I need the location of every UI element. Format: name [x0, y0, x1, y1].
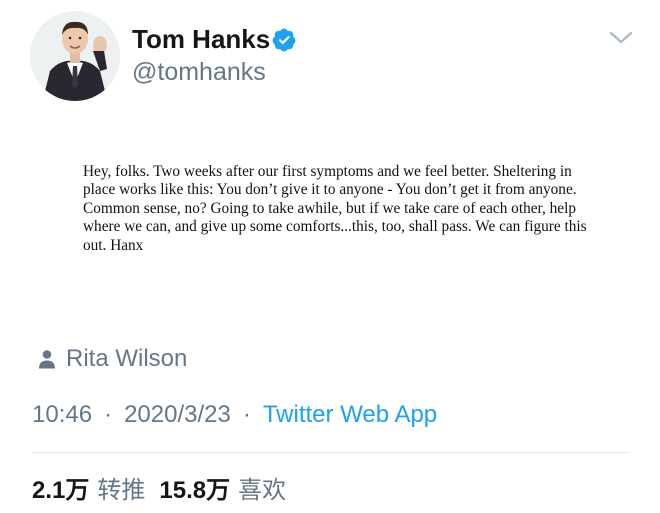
retweets-stat[interactable]: 2.1万 转推: [32, 470, 145, 505]
likes-label: 喜欢: [238, 476, 287, 504]
display-name[interactable]: Tom Hanks: [132, 22, 270, 56]
verified-badge-icon: [272, 28, 296, 52]
tweet-date[interactable]: 2020/3/23: [124, 401, 231, 429]
person-icon: [39, 350, 55, 369]
avatar[interactable]: [30, 11, 120, 101]
note-text: Hey, folks. Two weeks after our first sy…: [83, 163, 587, 254]
separator-dot: ·: [242, 401, 251, 428]
tagged-person-name: Rita Wilson: [66, 345, 188, 372]
tweet-time[interactable]: 10:46: [32, 401, 92, 429]
separator-dot: ·: [104, 401, 113, 428]
likes-count: 15.8万: [159, 476, 231, 504]
divider: [32, 452, 628, 453]
tweet-meta: 10:46 · 2020/3/23 · Twitter Web App: [32, 398, 437, 432]
retweets-count: 2.1万: [32, 476, 90, 504]
retweets-label: 转推: [97, 476, 146, 504]
likes-stat[interactable]: 15.8万 喜欢: [159, 470, 286, 505]
tagged-person[interactable]: Rita Wilson: [38, 343, 187, 375]
tweet-source-link[interactable]: Twitter Web App: [263, 401, 437, 429]
tweet-stats: 2.1万 转推 15.8万 喜欢: [32, 470, 300, 504]
avatar-photo: [30, 11, 120, 101]
chevron-down-icon[interactable]: [608, 28, 634, 48]
user-handle[interactable]: @tomhanks: [132, 56, 266, 88]
